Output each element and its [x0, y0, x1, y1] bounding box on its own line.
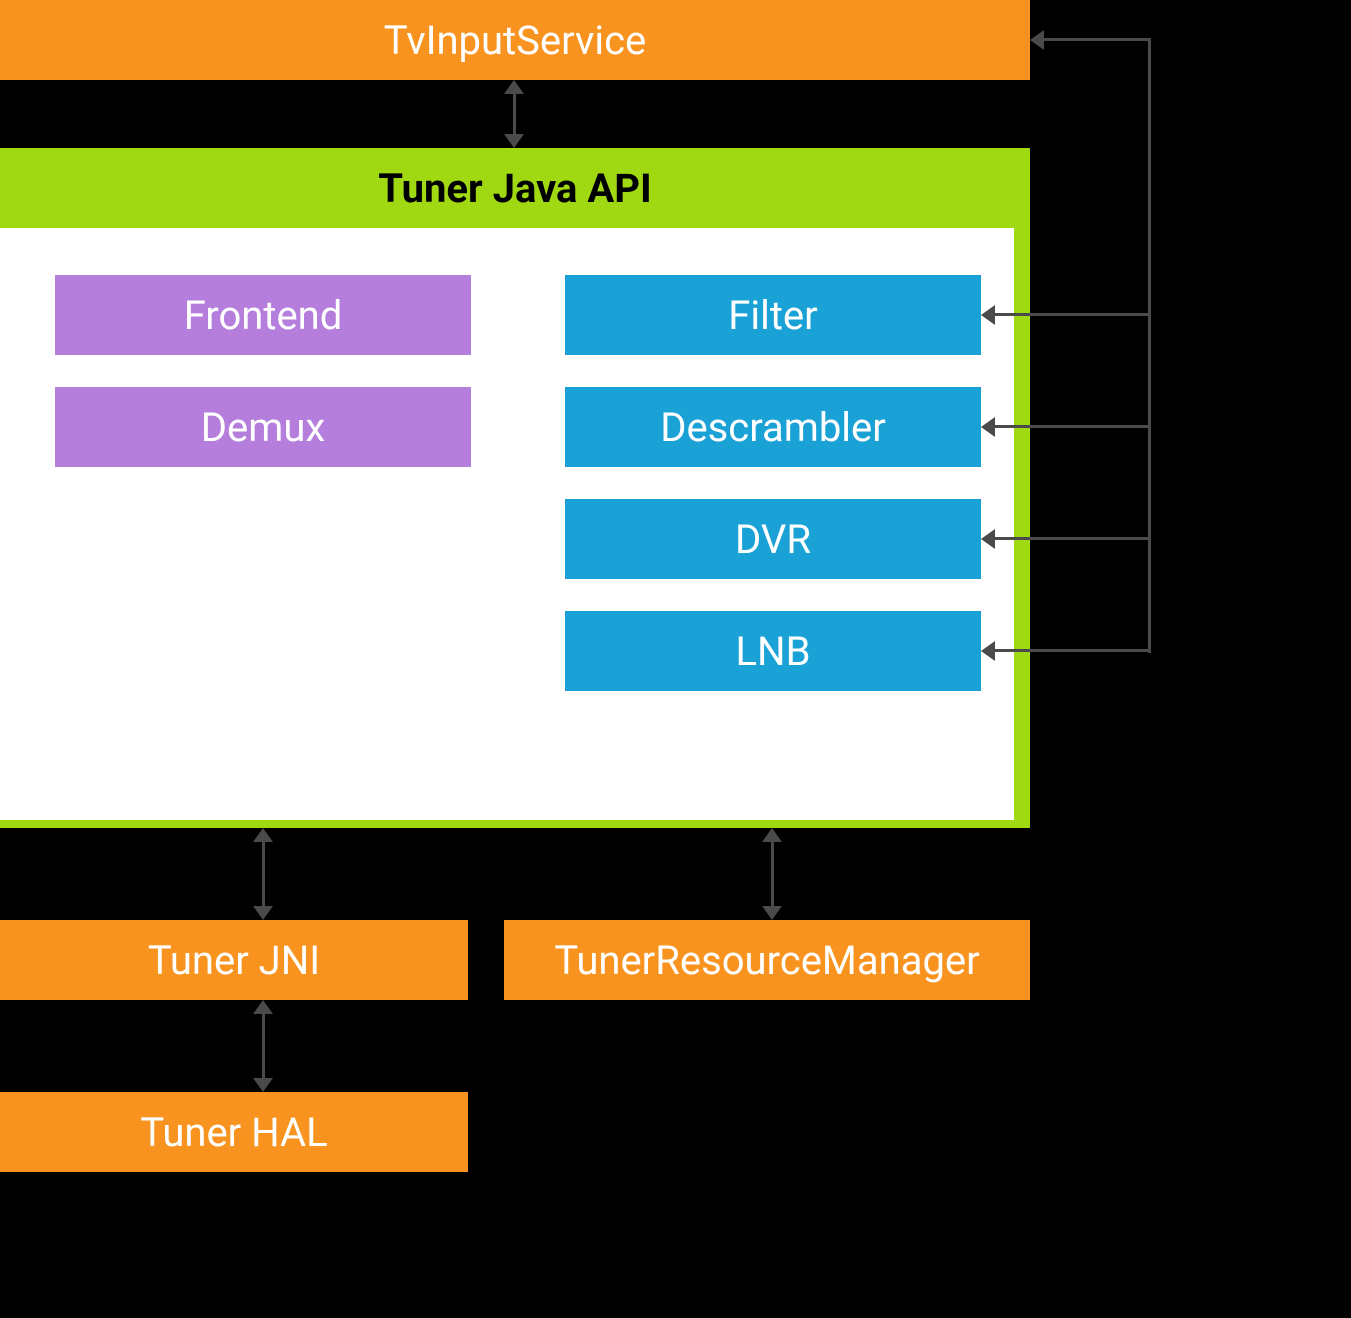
demux-label: Demux	[201, 404, 325, 451]
tuner-resource-manager-box: TunerResourceManager	[504, 920, 1030, 1000]
descrambler-label: Descrambler	[660, 404, 886, 451]
arrowhead-up-icon	[504, 80, 524, 94]
tuner-jni-box: Tuner JNI	[0, 920, 468, 1000]
frontend-label: Frontend	[184, 292, 343, 339]
tuner-hal-label: Tuner HAL	[140, 1109, 327, 1156]
trm-label: TunerResourceManager	[554, 937, 979, 984]
arrow-tvinput-to-api	[513, 92, 516, 136]
arrow-to-dvr	[995, 537, 1150, 540]
arrowhead-left-icon	[981, 417, 995, 437]
lnb-label: LNB	[736, 628, 811, 675]
arrowhead-up-icon	[762, 828, 782, 842]
arrowhead-down-icon	[504, 134, 524, 148]
arrowhead-up-icon	[253, 828, 273, 842]
arrow-right-bus	[1148, 38, 1151, 653]
arrowhead-up-icon	[253, 1000, 273, 1014]
tvinputservice-label: TvInputService	[384, 17, 647, 64]
arrowhead-down-icon	[253, 1078, 273, 1092]
arrow-api-to-jni	[262, 840, 265, 908]
arrow-api-to-trm	[771, 840, 774, 908]
arrowhead-left-icon	[981, 641, 995, 661]
tuner-hal-box: Tuner HAL	[0, 1092, 468, 1172]
frontend-box: Frontend	[55, 275, 471, 355]
filter-label: Filter	[728, 292, 817, 339]
arrowhead-left-icon	[981, 529, 995, 549]
arrowhead-left-icon	[981, 305, 995, 325]
descrambler-box: Descrambler	[565, 387, 981, 467]
arrow-to-filter	[995, 313, 1150, 316]
dvr-label: DVR	[735, 516, 811, 563]
demux-box: Demux	[55, 387, 471, 467]
arrowhead-down-icon	[253, 906, 273, 920]
tvinputservice-box: TvInputService	[0, 0, 1030, 80]
arrow-to-tvinput	[1044, 38, 1150, 41]
arrowhead-left-icon	[1030, 30, 1044, 50]
filter-box: Filter	[565, 275, 981, 355]
tuner-jni-label: Tuner JNI	[148, 937, 320, 984]
arrow-to-descrambler	[995, 425, 1150, 428]
tuner-java-api-label: Tuner Java API	[378, 165, 651, 212]
lnb-box: LNB	[565, 611, 981, 691]
dvr-box: DVR	[565, 499, 981, 579]
arrowhead-down-icon	[762, 906, 782, 920]
tuner-java-api-title: Tuner Java API	[0, 148, 1030, 228]
arrow-jni-to-hal	[262, 1012, 265, 1080]
arrow-to-lnb	[995, 649, 1150, 652]
